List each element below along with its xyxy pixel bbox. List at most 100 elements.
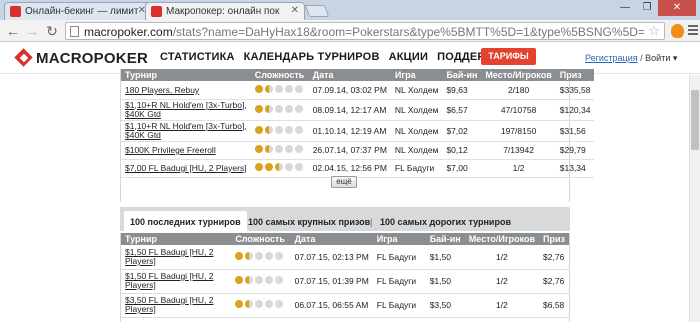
- place-cell: 1/2: [464, 269, 540, 294]
- difficulty-cell: [250, 99, 309, 121]
- prize-cell: $2,76: [539, 245, 569, 270]
- star-icon: [235, 251, 244, 260]
- tab-biggest-prizes[interactable]: 100 самых крупных призов: [248, 211, 370, 231]
- tab-most-expensive[interactable]: 100 самых дорогих турниров: [380, 211, 511, 231]
- date-cell: 06.07.15, 06:55 AM: [290, 293, 373, 318]
- bookmark-star-icon[interactable]: ☆: [648, 23, 660, 39]
- game-cell: NL Холдем: [390, 99, 443, 121]
- tournament-link[interactable]: $100K Privilege Freeroll: [125, 145, 216, 155]
- table-row[interactable]: $1,50 FL Badugi [HU, 2 Players] 07.07.15, …: [121, 245, 569, 270]
- tournament-name-cell: $1,10+R NL Hold'em [3x-Turbo], $40K Gtd: [121, 120, 251, 142]
- prize-cell: $29,79: [555, 141, 595, 160]
- nav-item-calendar[interactable]: КАЛЕНДАРЬ ТУРНИРОВ: [244, 51, 380, 63]
- prize-cell: $335,58: [555, 81, 595, 100]
- tournament-name-line: $100K Privilege Freeroll: [125, 145, 216, 155]
- difficulty-rating: [254, 104, 305, 113]
- tariffs-button[interactable]: ТАРИФЫ: [481, 48, 536, 65]
- chevron-down-icon[interactable]: ▾: [673, 53, 678, 63]
- browser-menu-icon[interactable]: [688, 25, 698, 37]
- window-controls: — ❐ ✕: [614, 0, 696, 17]
- buyin-cell: $7,00: [442, 159, 482, 178]
- table-row[interactable]: $100K Privilege Freeroll 26.07.14, 07:37 …: [121, 141, 595, 160]
- page-scrollbar[interactable]: [689, 75, 700, 322]
- tournament-link[interactable]: $7,00 FL Badugi [HU, 2 Players]: [125, 163, 247, 173]
- tournament-link[interactable]: $3,50 FL Badugi [HU, 2 Players]: [125, 295, 214, 314]
- column-header: Игра: [372, 233, 426, 245]
- star-icon: [275, 300, 284, 308]
- star-icon: [294, 84, 303, 93]
- buyin-cell: $0,12: [442, 141, 482, 160]
- game-cell: FL Бадуги: [372, 245, 426, 270]
- star-icon: [265, 251, 274, 260]
- logo-text: MACROPOKER: [36, 49, 149, 67]
- table-row[interactable]: $1,10+R NL Hold'em [3x-Turbo], $40K Gtd 08…: [121, 99, 595, 121]
- column-header: Дата: [308, 69, 391, 81]
- column-header: Место/Игроков: [481, 69, 556, 81]
- tab-favicon-icon: [151, 6, 162, 17]
- prize-cell: $2,76: [539, 269, 569, 294]
- column-header: Игра: [390, 69, 443, 81]
- forward-arrow-icon[interactable]: →: [24, 23, 40, 39]
- tab-close-icon[interactable]: ✕: [291, 5, 299, 16]
- table-row[interactable]: $1,50 FL Badugi [HU, 2 Players] 07.07.15, …: [121, 269, 569, 294]
- minimize-button[interactable]: —: [614, 0, 636, 16]
- extension-icon[interactable]: [671, 24, 684, 38]
- close-window-button[interactable]: ✕: [658, 0, 696, 16]
- star-icon: [235, 276, 244, 284]
- game-cell: FL Бадуги: [390, 159, 443, 178]
- maximize-button[interactable]: ❐: [636, 0, 658, 16]
- url-text[interactable]: macropoker.com/stats?name=DaHyHax18&room…: [84, 25, 644, 39]
- difficulty-cell: [250, 141, 309, 160]
- register-link[interactable]: Регистрация: [585, 53, 638, 63]
- date-cell: 07.07.15, 02:13 PM: [290, 245, 373, 270]
- star-icon: [294, 125, 303, 134]
- browser-tab-1[interactable]: Онлайн-бекинг — лимит ✕: [4, 2, 152, 20]
- url-path: /stats?name=DaHyHax18&room=Pokerstars&ty…: [172, 25, 644, 39]
- table-row[interactable]: $7,00 FL Badugi [HU, 2 Players] 02.04.15,…: [121, 159, 595, 178]
- site-logo[interactable]: MACROPOKER: [15, 49, 148, 67]
- browser-tab-2[interactable]: Макропокер: онлайн пок ✕: [145, 2, 305, 20]
- buyin-cell: $3,50: [425, 293, 465, 318]
- scrollbar-thumb[interactable]: [691, 90, 699, 150]
- address-bar[interactable]: macropoker.com/stats?name=DaHyHax18&room…: [65, 22, 665, 40]
- tab-title: Макропокер: онлайн пок: [166, 6, 280, 17]
- difficulty-cell: [250, 81, 309, 100]
- column-header: Бай-ин: [425, 233, 465, 245]
- nav-item-statistics[interactable]: СТАТИСТИКА: [160, 51, 235, 63]
- column-header: Сложность: [231, 233, 291, 245]
- best-tournaments-table: Турнир Сложность Дата Игра Бай-ин Место/Игрок…: [121, 69, 595, 178]
- tournament-link[interactable]: $1,10+R NL Hold'em [3x-Turbo], $40K Gtd: [125, 121, 247, 140]
- star-icon: [274, 125, 283, 134]
- tournament-name-cell: $1,10+R NL Hold'em [3x-Turbo], $40K Gtd: [121, 99, 251, 121]
- difficulty-cell: [231, 269, 291, 294]
- reload-icon[interactable]: ↻: [44, 23, 60, 39]
- tournament-name-cell: 180 Players, Rebuy: [121, 81, 251, 100]
- back-arrow-icon[interactable]: ←: [5, 23, 21, 39]
- tournament-link[interactable]: $1,50 FL Badugi [HU, 2 Players]: [125, 271, 214, 290]
- new-tab-button[interactable]: [304, 5, 330, 17]
- table-row[interactable]: $1,10+R NL Hold'em [3x-Turbo], $40K Gtd 01…: [121, 120, 595, 142]
- table-row[interactable]: $3,50 FL Badugi [HU, 2 Players] 06.07.15, …: [121, 293, 569, 318]
- difficulty-cell: [250, 159, 309, 178]
- tournament-link[interactable]: $1,50 FL Badugi [HU, 2 Players]: [125, 247, 214, 266]
- difficulty-cell: [250, 120, 309, 142]
- place-cell: 1/2: [464, 245, 540, 270]
- tab-last-100[interactable]: 100 последних турниров: [124, 211, 247, 231]
- tournament-link[interactable]: $1,10+R NL Hold'em [3x-Turbo], $40K Gtd: [125, 100, 247, 119]
- game-cell: NL Холдем: [390, 120, 443, 142]
- star-icon: [245, 300, 254, 308]
- star-icon: [245, 276, 254, 284]
- nav-item-promotions[interactable]: АКЦИИ: [389, 51, 429, 63]
- table-row[interactable]: 180 Players, Rebuy 07.09.14, 03:02 PM NL Х…: [121, 81, 595, 100]
- login-link[interactable]: Войти: [645, 53, 670, 63]
- main-nav: СТАТИСТИКА КАЛЕНДАРЬ ТУРНИРОВ АКЦИИ ПОДД…: [160, 51, 519, 63]
- star-icon: [274, 145, 283, 153]
- more-button[interactable]: ещё: [331, 176, 357, 188]
- date-cell: 07.09.14, 03:02 PM: [308, 81, 391, 100]
- tournament-name-line: $40K Gtd: [125, 129, 161, 140]
- buyin-cell: $1,50: [425, 269, 465, 294]
- game-cell: NL Холдем: [390, 141, 443, 160]
- tournament-link[interactable]: 180 Players, Rebuy: [125, 85, 199, 95]
- star-icon: [254, 163, 263, 171]
- tournament-name-cell: $100K Privilege Freeroll: [121, 141, 251, 160]
